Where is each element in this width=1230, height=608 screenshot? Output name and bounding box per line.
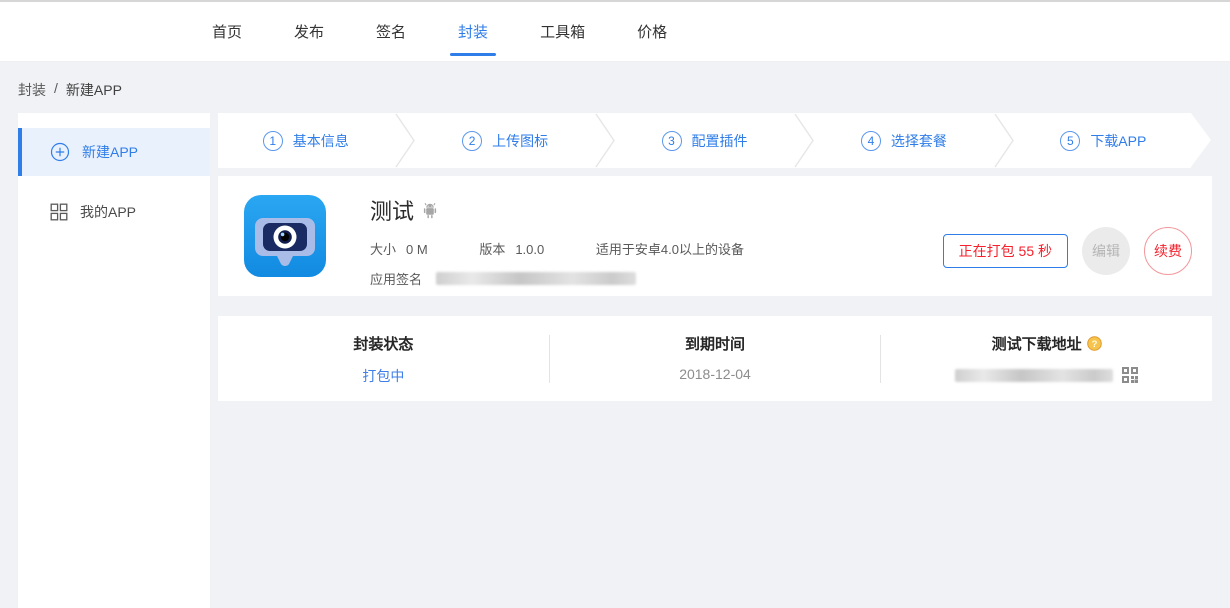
edit-button[interactable]: 编辑 [1082,227,1130,275]
status-col-expiry: 到期时间 2018-12-04 [550,316,881,401]
step-select-plan[interactable]: 4 选择套餐 [816,131,991,151]
nav-item-package-active[interactable]: 封装 [458,21,488,42]
step-configure-plugins[interactable]: 3 配置插件 [617,131,792,151]
app-actions: 正在打包 55 秒 编辑 续费 [943,194,1192,296]
step-chevron-icon [792,113,816,168]
breadcrumb-section[interactable]: 封装 [18,80,46,100]
app-icon [243,194,327,278]
nav-item-sign[interactable]: 签名 [376,21,406,42]
step-basic-info[interactable]: 1 基本信息 [218,131,393,151]
status-header: 封装状态 [353,333,413,354]
signature-label: 应用签名 [370,269,422,288]
redacted-download-url[interactable] [955,369,1113,382]
step-upload-icon[interactable]: 2 上传图标 [417,131,592,151]
step-chevron-icon [992,113,1016,168]
step-label: 配置插件 [692,131,748,151]
renew-button[interactable]: 续费 [1144,227,1192,275]
status-header: 到期时间 [685,333,745,354]
expiry-date-value: 2018-12-04 [550,366,881,382]
steps-bar: 1 基本信息 2 上传图标 3 配置插件 4 选择套餐 5 下载APP [218,113,1191,168]
packing-status-button[interactable]: 正在打包 55 秒 [943,234,1068,268]
breadcrumb: 封装 / 新建APP [0,62,1230,113]
status-col-package-state: 封装状态 打包中 [218,316,549,401]
android-icon [422,202,438,219]
sidebar-item-label: 新建APP [82,142,138,162]
step-number-badge: 1 [263,131,283,151]
version-label: 版本 [479,242,505,257]
nav-item-price[interactable]: 价格 [637,21,667,42]
sidebar: 新建APP 我的APP [18,113,210,608]
step-number-badge: 5 [1060,131,1080,151]
status-card: 封装状态 打包中 到期时间 2018-12-04 测试下载地址 ? [218,316,1212,401]
step-label: 基本信息 [293,131,349,151]
step-number-badge: 3 [662,131,682,151]
compatibility-text: 适用于安卓4.0以上的设备 [596,242,744,257]
nav-item-home[interactable]: 首页 [212,21,242,42]
step-number-badge: 4 [861,131,881,151]
redacted-signature-value [436,272,636,285]
status-col-download: 测试下载地址 ? [881,316,1212,401]
sidebar-item-new-app[interactable]: 新建APP [18,128,210,176]
grid-icon [50,203,68,221]
app-card: 测试 [218,176,1212,296]
sidebar-item-label: 我的APP [80,202,136,222]
step-label: 下载APP [1090,131,1146,151]
step-label: 上传图标 [492,131,548,151]
step-label: 选择套餐 [891,131,947,151]
status-header: 测试下载地址 [992,333,1082,354]
plus-circle-icon [50,142,70,162]
breadcrumb-current: 新建APP [66,80,122,100]
step-chevron-icon [593,113,617,168]
nav-item-toolbox[interactable]: 工具箱 [540,21,585,42]
size-label: 大小 [370,242,396,257]
top-navigation: 首页 发布 签名 封装 工具箱 价格 [0,2,1230,62]
main-content: 1 基本信息 2 上传图标 3 配置插件 4 选择套餐 5 下载APP [218,113,1212,608]
qr-code-icon[interactable] [1121,366,1139,384]
app-info: 测试 [370,194,943,296]
step-number-badge: 2 [462,131,482,151]
step-download-app[interactable]: 5 下载APP [1016,131,1191,151]
nav-item-publish[interactable]: 发布 [294,21,324,42]
step-chevron-icon [393,113,417,168]
svg-text:?: ? [1091,339,1097,350]
sidebar-item-my-app[interactable]: 我的APP [18,188,210,236]
version-value: 1.0.0 [515,242,544,257]
package-state-value: 打包中 [218,366,549,386]
help-coin-icon[interactable]: ? [1087,336,1102,351]
app-name: 测试 [370,194,414,226]
breadcrumb-separator: / [54,80,58,96]
size-value: 0 M [406,242,428,257]
